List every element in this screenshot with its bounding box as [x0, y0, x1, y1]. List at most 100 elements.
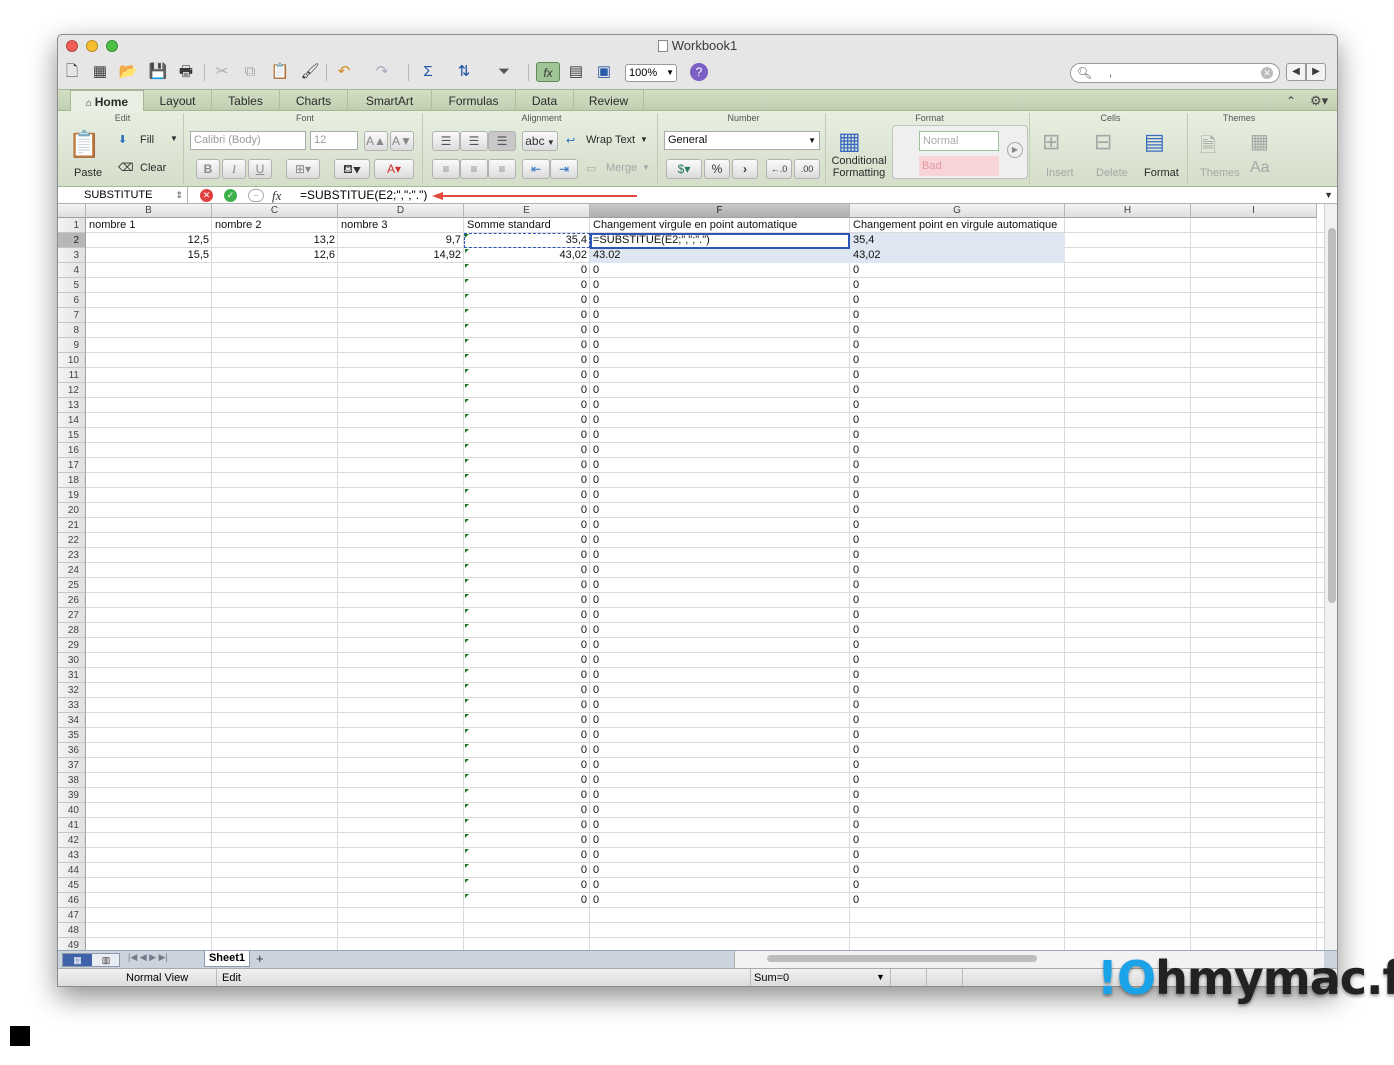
cell-f25[interactable]: 0	[590, 578, 850, 593]
underline-button[interactable]: U	[248, 159, 272, 179]
cell-b3[interactable]: 15,5	[86, 248, 212, 263]
header-cell-e[interactable]: Somme standard	[464, 218, 590, 233]
font-color-button[interactable]: A▾	[374, 159, 414, 179]
cell-f19[interactable]: 0	[590, 488, 850, 503]
cell-g26[interactable]: 0	[850, 593, 1065, 608]
tab-smartart[interactable]: SmartArt	[348, 90, 432, 112]
column-header-i[interactable]: I	[1191, 204, 1317, 218]
sheet-navigation-icon[interactable]: |◀ ◀ ▶ ▶|	[128, 952, 168, 963]
cell-f7[interactable]: 0	[590, 308, 850, 323]
font-name-select[interactable]: Calibri (Body)	[190, 131, 306, 150]
function-dropdown-icon[interactable]: −	[248, 189, 264, 202]
cell-e38[interactable]: 0	[464, 773, 590, 788]
row-header-27[interactable]: 27	[58, 608, 86, 623]
cell-f33[interactable]: 0	[590, 698, 850, 713]
row-header-44[interactable]: 44	[58, 863, 86, 878]
cell-g31[interactable]: 0	[850, 668, 1065, 683]
select-all-corner[interactable]	[58, 204, 86, 218]
row-header-41[interactable]: 41	[58, 818, 86, 833]
borders-button[interactable]: ⊞▾	[286, 159, 320, 179]
page-layout-view-icon[interactable]: ▥	[92, 954, 120, 966]
cell-f20[interactable]: 0	[590, 503, 850, 518]
cell-f40[interactable]: 0	[590, 803, 850, 818]
cell-f22[interactable]: 0	[590, 533, 850, 548]
orientation-button[interactable]: abc ▼	[522, 131, 558, 151]
cell-f32[interactable]: 0	[590, 683, 850, 698]
row-header-3[interactable]: 3	[58, 248, 86, 263]
row-header-8[interactable]: 8	[58, 323, 86, 338]
cell-g39[interactable]: 0	[850, 788, 1065, 803]
cell-f37[interactable]: 0	[590, 758, 850, 773]
vertical-scroll-thumb[interactable]	[1328, 228, 1336, 603]
cell-e17[interactable]: 0	[464, 458, 590, 473]
align-middle-button[interactable]: ☰	[460, 131, 488, 151]
cell-e13[interactable]: 0	[464, 398, 590, 413]
row-header-16[interactable]: 16	[58, 443, 86, 458]
row-header-17[interactable]: 17	[58, 458, 86, 473]
align-top-button[interactable]: ☰	[432, 131, 460, 151]
cell-f18[interactable]: 0	[590, 473, 850, 488]
accounting-format-button[interactable]: $▾	[666, 159, 702, 179]
row-header-42[interactable]: 42	[58, 833, 86, 848]
cell-g12[interactable]: 0	[850, 383, 1065, 398]
column-header-g[interactable]: G	[850, 204, 1065, 218]
cell-f26[interactable]: 0	[590, 593, 850, 608]
row-header-20[interactable]: 20	[58, 503, 86, 518]
cell-f13[interactable]: 0	[590, 398, 850, 413]
gallery-next-icon[interactable]: ▶	[1007, 142, 1023, 158]
cell-e32[interactable]: 0	[464, 683, 590, 698]
cell-g33[interactable]: 0	[850, 698, 1065, 713]
add-sheet-icon[interactable]: +	[256, 951, 264, 967]
sum-chevron-icon[interactable]: ▼	[876, 972, 885, 982]
row-header-30[interactable]: 30	[58, 653, 86, 668]
increase-indent-button[interactable]: ⇥	[550, 159, 578, 179]
formula-input[interactable]: =SUBSTITUE(E2;",";".")	[300, 187, 427, 204]
redo-icon[interactable]: ↷	[372, 62, 392, 82]
cell-f8[interactable]: 0	[590, 323, 850, 338]
tab-tables[interactable]: Tables	[212, 90, 280, 112]
row-header-1[interactable]: 1	[58, 218, 86, 233]
cell-g23[interactable]: 0	[850, 548, 1065, 563]
cell-f36[interactable]: 0	[590, 743, 850, 758]
search-input[interactable]: 🔍︎ , ✕	[1070, 63, 1280, 83]
cell-g4[interactable]: 0	[850, 263, 1065, 278]
themes-button[interactable]: Themes	[1200, 167, 1240, 179]
cell-e30[interactable]: 0	[464, 653, 590, 668]
clipboard-paste-icon[interactable]: 📋	[68, 129, 100, 160]
sum-display[interactable]: Sum=0	[754, 972, 789, 984]
cell-f35[interactable]: 0	[590, 728, 850, 743]
cell-g46[interactable]: 0	[850, 893, 1065, 908]
row-header-21[interactable]: 21	[58, 518, 86, 533]
cell-e18[interactable]: 0	[464, 473, 590, 488]
cell-e15[interactable]: 0	[464, 428, 590, 443]
cell-f44[interactable]: 0	[590, 863, 850, 878]
cell-e26[interactable]: 0	[464, 593, 590, 608]
cell-g6[interactable]: 0	[850, 293, 1065, 308]
zoom-select[interactable]: 100% ▼	[625, 64, 677, 82]
save-icon[interactable]: 💾	[148, 62, 168, 82]
conditional-formatting-label[interactable]: Conditional	[830, 155, 888, 167]
row-header-28[interactable]: 28	[58, 623, 86, 638]
cell-f28[interactable]: 0	[590, 623, 850, 638]
cell-e27[interactable]: 0	[464, 608, 590, 623]
format-painter-icon[interactable]: 🖌	[300, 62, 320, 82]
cancel-formula-icon[interactable]: ✕	[200, 189, 213, 202]
column-header-b[interactable]: B	[86, 204, 212, 218]
cell-e5[interactable]: 0	[464, 278, 590, 293]
cell-e31[interactable]: 0	[464, 668, 590, 683]
header-cell-g[interactable]: Changement point en virgule automatique	[850, 218, 1065, 233]
paste-button[interactable]: Paste	[74, 167, 102, 179]
percent-button[interactable]: %	[704, 159, 730, 179]
cell-g29[interactable]: 0	[850, 638, 1065, 653]
paste-icon[interactable]: 📋	[270, 62, 290, 82]
open-folder-icon[interactable]: 📂	[118, 62, 138, 82]
cell-f30[interactable]: 0	[590, 653, 850, 668]
cell-f39[interactable]: 0	[590, 788, 850, 803]
row-header-35[interactable]: 35	[58, 728, 86, 743]
search-previous-icon[interactable]: ◀	[1286, 63, 1306, 81]
row-header-18[interactable]: 18	[58, 473, 86, 488]
tab-home[interactable]: ⌂ Home	[70, 90, 144, 113]
delete-button[interactable]: Delete	[1096, 167, 1128, 179]
cell-e11[interactable]: 0	[464, 368, 590, 383]
cell-e29[interactable]: 0	[464, 638, 590, 653]
